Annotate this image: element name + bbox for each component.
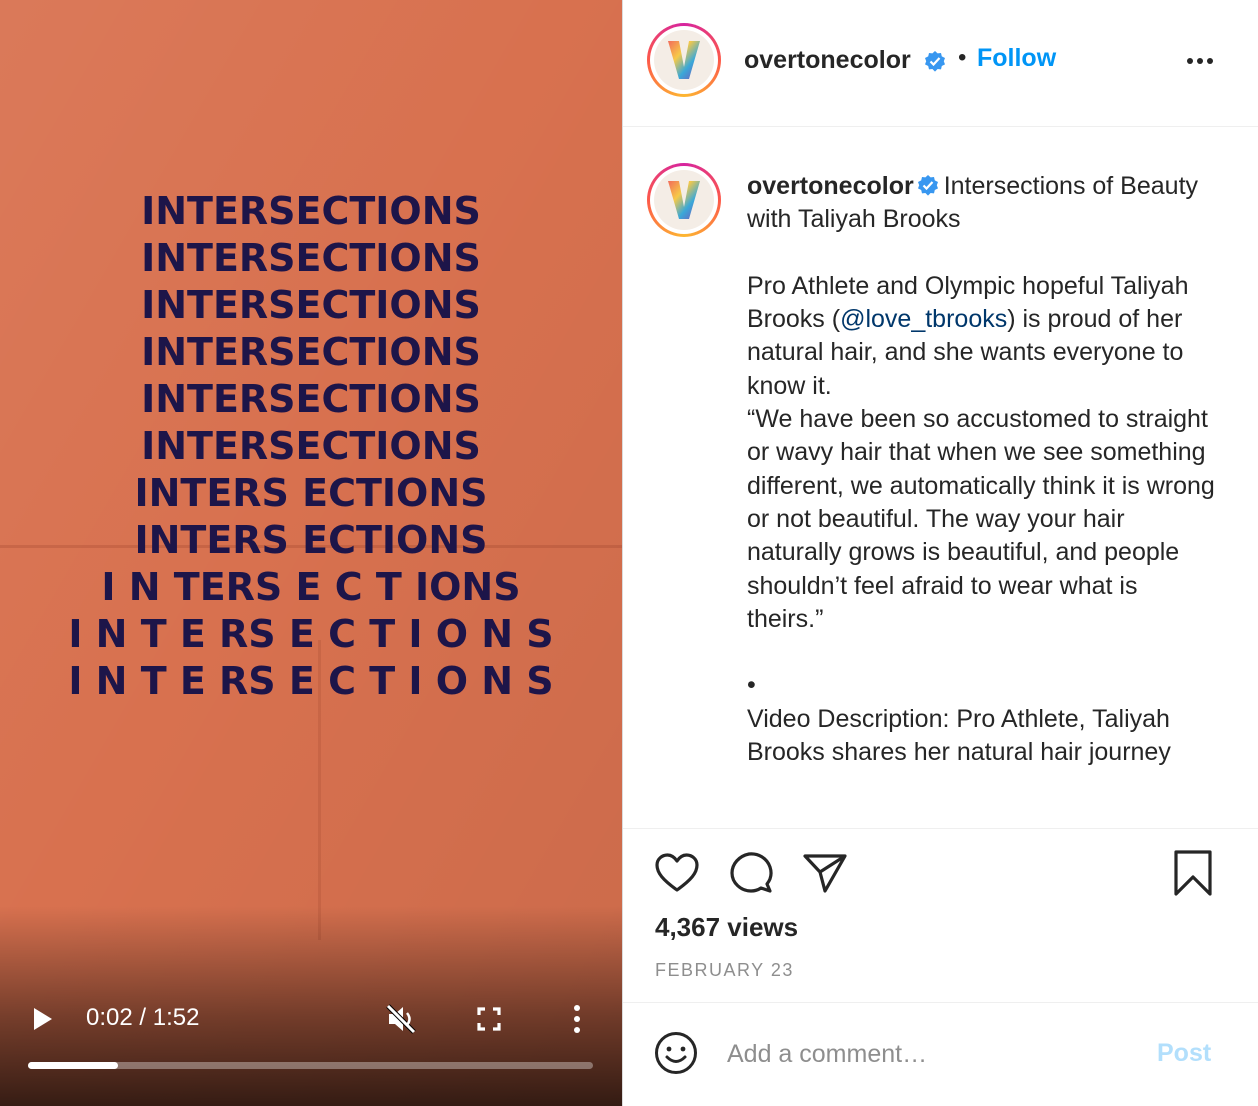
verified-badge-icon [925, 51, 945, 72]
video-progress-fill [28, 1062, 119, 1069]
comment-icon [730, 852, 773, 893]
like-button[interactable] [653, 850, 701, 896]
post-date[interactable]: FEBRUARY 23 [655, 958, 794, 982]
views-count[interactable]: 4,367 views [655, 910, 798, 944]
overlay-row: INTERS ECTIONS [134, 471, 488, 515]
overlay-row: I N T E RS E C T I O N S [68, 659, 554, 703]
overtone-v-logo-icon [668, 181, 700, 219]
overlay-row: INTERS ECTIONS [134, 518, 488, 562]
volume-muted-icon [386, 1004, 416, 1034]
post-options-button[interactable] [1183, 48, 1217, 74]
follow-button[interactable]: Follow [977, 42, 1056, 74]
overlay-row: INTERSECTIONS [141, 189, 481, 233]
caption-quote: “We have been so accustomed to straight … [747, 405, 1215, 633]
emoji-button[interactable] [653, 1030, 699, 1076]
divider [623, 126, 1258, 127]
mute-button[interactable] [384, 1002, 418, 1036]
video-more-button[interactable] [568, 1003, 586, 1035]
video-time: 0:02 / 1:52 [86, 1004, 200, 1031]
bookmark-icon [1174, 850, 1212, 896]
verified-badge-icon [917, 175, 938, 196]
overlay-row: INTERSECTIONS [141, 424, 481, 468]
heart-icon [655, 853, 699, 892]
brand-logo [654, 170, 714, 230]
overtone-v-logo-icon [668, 41, 700, 79]
caption-avatar[interactable] [647, 163, 721, 237]
fullscreen-icon [477, 1007, 501, 1031]
post-caption: overtonecolor Intersections of Beauty wit… [747, 170, 1217, 818]
save-button[interactable] [1171, 849, 1215, 897]
video-player[interactable]: INTERSECTIONS INTERSECTIONS INTERSECTION… [0, 0, 622, 1106]
caption-description: Video Description: Pro Athlete, Taliyah … [747, 704, 1171, 767]
overlay-row: INTERSECTIONS [141, 377, 481, 421]
caption-bullet: • [747, 671, 756, 700]
more-horizontal-icon [1187, 58, 1213, 64]
smiley-icon [655, 1032, 697, 1074]
overlay-row: INTERSECTIONS [141, 283, 481, 327]
separator-dot: • [958, 44, 967, 71]
avatar[interactable] [647, 23, 721, 97]
more-vertical-icon [574, 1005, 580, 1033]
divider [623, 828, 1258, 829]
post-details-panel: overtonecolor • Follow overtonecolor Int… [622, 0, 1258, 1106]
overlay-row: I N T E RS E C T I O N S [68, 612, 554, 656]
divider [623, 1002, 1258, 1003]
comment-input[interactable] [727, 1034, 1127, 1074]
mention-link[interactable]: @love_tbrooks [840, 305, 1007, 333]
caption-username[interactable]: overtonecolor [747, 172, 914, 200]
comment-button[interactable] [727, 850, 775, 896]
fullscreen-button[interactable] [476, 1006, 502, 1032]
video-progress-bar[interactable] [28, 1062, 593, 1069]
overlay-row: INTERSECTIONS [141, 236, 481, 280]
share-button[interactable] [801, 850, 849, 896]
post-comment-button[interactable]: Post [1157, 1036, 1211, 1070]
header-username[interactable]: overtonecolor [744, 44, 911, 76]
overlay-row: I N TERS E C T IONS [101, 565, 521, 609]
play-button[interactable] [30, 1004, 56, 1034]
brand-logo [654, 30, 714, 90]
paper-plane-icon [803, 854, 847, 893]
overlay-row: INTERSECTIONS [141, 330, 481, 374]
play-icon [34, 1008, 52, 1030]
